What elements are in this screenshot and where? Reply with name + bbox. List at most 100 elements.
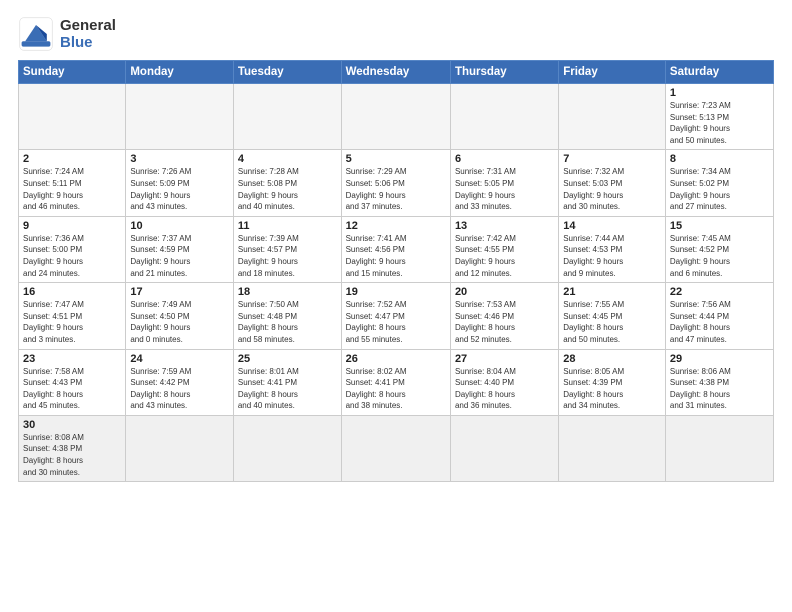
weekday-thursday: Thursday: [450, 61, 558, 84]
day-number: 18: [238, 286, 337, 298]
day-info: Sunrise: 7:39 AM Sunset: 4:57 PM Dayligh…: [238, 233, 337, 279]
day-number: 22: [670, 286, 769, 298]
day-number: 27: [455, 353, 554, 365]
calendar-cell: 8Sunrise: 7:34 AM Sunset: 5:02 PM Daylig…: [665, 150, 773, 216]
day-info: Sunrise: 7:29 AM Sunset: 5:06 PM Dayligh…: [346, 166, 446, 212]
day-number: 8: [670, 153, 769, 165]
day-number: 3: [130, 153, 229, 165]
day-info: Sunrise: 7:45 AM Sunset: 4:52 PM Dayligh…: [670, 233, 769, 279]
calendar-cell: 30Sunrise: 8:08 AM Sunset: 4:38 PM Dayli…: [19, 415, 126, 481]
day-number: 17: [130, 286, 229, 298]
day-number: 15: [670, 220, 769, 232]
day-info: Sunrise: 8:01 AM Sunset: 4:41 PM Dayligh…: [238, 366, 337, 412]
calendar-cell: 21Sunrise: 7:55 AM Sunset: 4:45 PM Dayli…: [559, 283, 666, 349]
calendar-table: SundayMondayTuesdayWednesdayThursdayFrid…: [18, 60, 774, 482]
day-info: Sunrise: 7:44 AM Sunset: 4:53 PM Dayligh…: [563, 233, 661, 279]
day-info: Sunrise: 7:31 AM Sunset: 5:05 PM Dayligh…: [455, 166, 554, 212]
day-number: 29: [670, 353, 769, 365]
week-row-5: 23Sunrise: 7:58 AM Sunset: 4:43 PM Dayli…: [19, 349, 774, 415]
page-header: General Blue: [18, 16, 774, 52]
day-number: 30: [23, 419, 121, 431]
day-info: Sunrise: 7:52 AM Sunset: 4:47 PM Dayligh…: [346, 299, 446, 345]
day-info: Sunrise: 7:55 AM Sunset: 4:45 PM Dayligh…: [563, 299, 661, 345]
calendar-cell: [233, 84, 341, 150]
calendar-cell: [559, 84, 666, 150]
week-row-2: 2Sunrise: 7:24 AM Sunset: 5:11 PM Daylig…: [19, 150, 774, 216]
day-info: Sunrise: 7:50 AM Sunset: 4:48 PM Dayligh…: [238, 299, 337, 345]
day-info: Sunrise: 7:34 AM Sunset: 5:02 PM Dayligh…: [670, 166, 769, 212]
calendar-cell: 4Sunrise: 7:28 AM Sunset: 5:08 PM Daylig…: [233, 150, 341, 216]
calendar-cell: [450, 415, 558, 481]
day-info: Sunrise: 7:26 AM Sunset: 5:09 PM Dayligh…: [130, 166, 229, 212]
day-info: Sunrise: 7:42 AM Sunset: 4:55 PM Dayligh…: [455, 233, 554, 279]
day-number: 2: [23, 153, 121, 165]
calendar-cell: [126, 415, 234, 481]
logo: General Blue: [18, 16, 116, 52]
day-number: 26: [346, 353, 446, 365]
day-info: Sunrise: 7:23 AM Sunset: 5:13 PM Dayligh…: [670, 100, 769, 146]
calendar-cell: [665, 415, 773, 481]
logo-text: General Blue: [60, 17, 116, 51]
day-info: Sunrise: 7:24 AM Sunset: 5:11 PM Dayligh…: [23, 166, 121, 212]
calendar-cell: 19Sunrise: 7:52 AM Sunset: 4:47 PM Dayli…: [341, 283, 450, 349]
day-info: Sunrise: 7:47 AM Sunset: 4:51 PM Dayligh…: [23, 299, 121, 345]
day-number: 13: [455, 220, 554, 232]
calendar-cell: 9Sunrise: 7:36 AM Sunset: 5:00 PM Daylig…: [19, 216, 126, 282]
weekday-sunday: Sunday: [19, 61, 126, 84]
week-row-3: 9Sunrise: 7:36 AM Sunset: 5:00 PM Daylig…: [19, 216, 774, 282]
day-info: Sunrise: 8:04 AM Sunset: 4:40 PM Dayligh…: [455, 366, 554, 412]
calendar-cell: 26Sunrise: 8:02 AM Sunset: 4:41 PM Dayli…: [341, 349, 450, 415]
logo-icon: [18, 16, 54, 52]
day-info: Sunrise: 8:08 AM Sunset: 4:38 PM Dayligh…: [23, 432, 121, 478]
day-info: Sunrise: 7:53 AM Sunset: 4:46 PM Dayligh…: [455, 299, 554, 345]
day-info: Sunrise: 7:32 AM Sunset: 5:03 PM Dayligh…: [563, 166, 661, 212]
day-info: Sunrise: 8:02 AM Sunset: 4:41 PM Dayligh…: [346, 366, 446, 412]
calendar-cell: 12Sunrise: 7:41 AM Sunset: 4:56 PM Dayli…: [341, 216, 450, 282]
day-number: 14: [563, 220, 661, 232]
day-number: 20: [455, 286, 554, 298]
day-info: Sunrise: 7:28 AM Sunset: 5:08 PM Dayligh…: [238, 166, 337, 212]
day-number: 28: [563, 353, 661, 365]
calendar-cell: 11Sunrise: 7:39 AM Sunset: 4:57 PM Dayli…: [233, 216, 341, 282]
calendar-cell: 14Sunrise: 7:44 AM Sunset: 4:53 PM Dayli…: [559, 216, 666, 282]
calendar-cell: 16Sunrise: 7:47 AM Sunset: 4:51 PM Dayli…: [19, 283, 126, 349]
calendar-cell: 2Sunrise: 7:24 AM Sunset: 5:11 PM Daylig…: [19, 150, 126, 216]
calendar-cell: 10Sunrise: 7:37 AM Sunset: 4:59 PM Dayli…: [126, 216, 234, 282]
day-number: 12: [346, 220, 446, 232]
day-number: 7: [563, 153, 661, 165]
calendar-cell: 20Sunrise: 7:53 AM Sunset: 4:46 PM Dayli…: [450, 283, 558, 349]
week-row-6: 30Sunrise: 8:08 AM Sunset: 4:38 PM Dayli…: [19, 415, 774, 481]
calendar-cell: [450, 84, 558, 150]
calendar-cell: [341, 415, 450, 481]
day-info: Sunrise: 7:41 AM Sunset: 4:56 PM Dayligh…: [346, 233, 446, 279]
day-number: 19: [346, 286, 446, 298]
day-info: Sunrise: 7:37 AM Sunset: 4:59 PM Dayligh…: [130, 233, 229, 279]
calendar-cell: [126, 84, 234, 150]
calendar-cell: 1Sunrise: 7:23 AM Sunset: 5:13 PM Daylig…: [665, 84, 773, 150]
weekday-wednesday: Wednesday: [341, 61, 450, 84]
day-number: 1: [670, 87, 769, 99]
day-info: Sunrise: 8:05 AM Sunset: 4:39 PM Dayligh…: [563, 366, 661, 412]
day-number: 11: [238, 220, 337, 232]
day-number: 21: [563, 286, 661, 298]
day-number: 24: [130, 353, 229, 365]
day-info: Sunrise: 8:06 AM Sunset: 4:38 PM Dayligh…: [670, 366, 769, 412]
day-info: Sunrise: 7:58 AM Sunset: 4:43 PM Dayligh…: [23, 366, 121, 412]
day-number: 5: [346, 153, 446, 165]
calendar-cell: 6Sunrise: 7:31 AM Sunset: 5:05 PM Daylig…: [450, 150, 558, 216]
calendar-cell: 13Sunrise: 7:42 AM Sunset: 4:55 PM Dayli…: [450, 216, 558, 282]
calendar-cell: 17Sunrise: 7:49 AM Sunset: 4:50 PM Dayli…: [126, 283, 234, 349]
day-number: 4: [238, 153, 337, 165]
day-number: 6: [455, 153, 554, 165]
calendar-cell: 15Sunrise: 7:45 AM Sunset: 4:52 PM Dayli…: [665, 216, 773, 282]
calendar-cell: 29Sunrise: 8:06 AM Sunset: 4:38 PM Dayli…: [665, 349, 773, 415]
day-number: 25: [238, 353, 337, 365]
day-info: Sunrise: 7:56 AM Sunset: 4:44 PM Dayligh…: [670, 299, 769, 345]
calendar-cell: 23Sunrise: 7:58 AM Sunset: 4:43 PM Dayli…: [19, 349, 126, 415]
calendar-cell: [19, 84, 126, 150]
calendar-cell: 18Sunrise: 7:50 AM Sunset: 4:48 PM Dayli…: [233, 283, 341, 349]
day-number: 9: [23, 220, 121, 232]
weekday-monday: Monday: [126, 61, 234, 84]
weekday-header-row: SundayMondayTuesdayWednesdayThursdayFrid…: [19, 61, 774, 84]
calendar-cell: 24Sunrise: 7:59 AM Sunset: 4:42 PM Dayli…: [126, 349, 234, 415]
